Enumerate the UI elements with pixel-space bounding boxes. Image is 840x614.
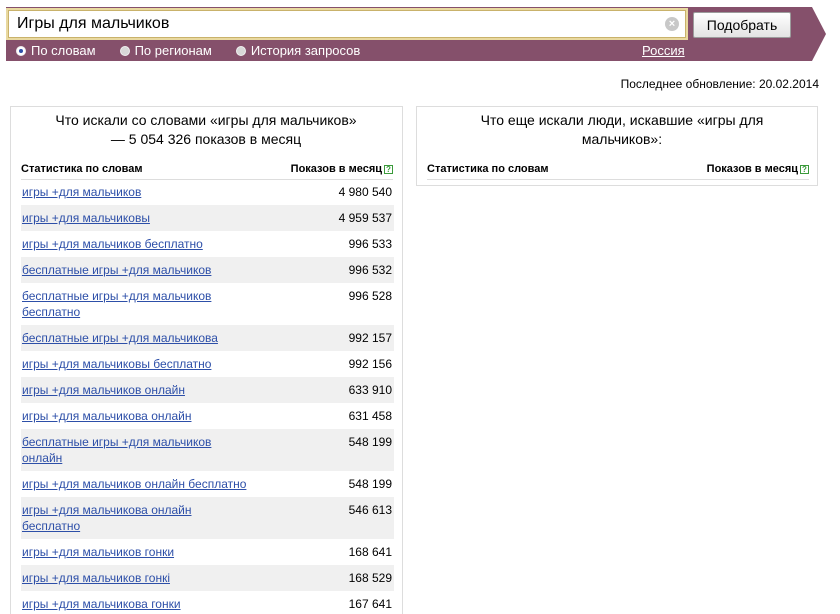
table-row: игры +для мальчикова гонки 167 641	[21, 591, 394, 614]
impression-count: 996 533	[348, 237, 392, 251]
table-row: бесплатные игры +для мальчикова 992 157	[21, 325, 394, 351]
related-words-panel: Что искали со словами «игры для мальчико…	[10, 106, 403, 614]
table-row: игры +для мальчиков гонкі 168 529	[21, 565, 394, 591]
impression-count: 168 641	[348, 545, 392, 559]
mode-label: История запросов	[250, 43, 361, 58]
impression-count: 996 532	[348, 263, 392, 277]
help-icon[interactable]: ?	[384, 165, 393, 174]
impression-count: 996 528	[348, 289, 392, 303]
panel-title: Что искали со словами «игры для мальчико…	[55, 112, 357, 147]
also-searched-panel: Что еще искали люди, искавшие «игры для …	[416, 106, 818, 186]
col-header-words: Статистика по словам	[21, 163, 143, 175]
help-icon[interactable]: ?	[800, 165, 809, 174]
search-box[interactable]: ×	[8, 10, 686, 38]
mode-by-regions[interactable]: По регионам	[119, 43, 212, 58]
table-row: игры +для мальчиков 4 980 540	[21, 179, 394, 205]
impression-count: 992 156	[348, 357, 392, 371]
keyword-link[interactable]: игры +для мальчикова гонки	[22, 596, 252, 612]
column-headers: Статистика по словам Показов в месяц?	[21, 163, 393, 180]
last-update: Последнее обновление: 20.02.2014	[620, 77, 819, 91]
impression-count: 546 613	[348, 503, 392, 517]
table-row: игры +для мальчиков онлайн бесплатно 548 …	[21, 471, 394, 497]
radio-checked-icon[interactable]	[16, 45, 26, 56]
search-input[interactable]	[9, 11, 685, 37]
search-bar-arrow	[812, 7, 826, 61]
col-header-count: Показов в месяц?	[707, 163, 809, 175]
impression-count: 633 910	[348, 383, 392, 397]
table-row: игры +для мальчиковы бесплатно 992 156	[21, 351, 394, 377]
mode-label: По словам	[31, 43, 96, 58]
keyword-link[interactable]: игры +для мальчиков гонкі	[22, 570, 252, 586]
keyword-link[interactable]: игры +для мальчиковы	[22, 210, 252, 226]
col-header-words: Статистика по словам	[427, 163, 549, 175]
keyword-link[interactable]: игры +для мальчикова онлайн бесплатно	[22, 502, 252, 534]
submit-button[interactable]: Подобрать	[693, 12, 791, 38]
keyword-link[interactable]: игры +для мальчиков гонки	[22, 544, 252, 560]
impression-count: 631 458	[348, 409, 392, 423]
region-link[interactable]: Россия	[642, 43, 685, 58]
impression-count: 992 157	[348, 331, 392, 345]
mode-query-history[interactable]: История запросов	[235, 43, 361, 58]
keyword-link[interactable]: игры +для мальчиков онлайн бесплатно	[22, 476, 252, 492]
table-row: бесплатные игры +для мальчиков бесплатно…	[21, 283, 394, 325]
keyword-link[interactable]: бесплатные игры +для мальчикова	[22, 330, 252, 346]
table-row: бесплатные игры +для мальчиков 996 532	[21, 257, 394, 283]
impression-count: 167 641	[348, 597, 392, 611]
mode-by-words[interactable]: По словам	[16, 43, 96, 58]
keyword-link[interactable]: игры +для мальчиков	[22, 184, 252, 200]
table-row: бесплатные игры +для мальчиков онлайн 548…	[21, 429, 394, 471]
keyword-link[interactable]: бесплатные игры +для мальчиков онлайн	[22, 434, 252, 466]
keyword-link[interactable]: бесплатные игры +для мальчиков	[22, 262, 252, 278]
keyword-link[interactable]: бесплатные игры +для мальчиков бесплатно	[22, 288, 252, 320]
table-row: игры +для мальчикова онлайн бесплатно 546…	[21, 497, 394, 539]
impression-count: 4 980 540	[338, 185, 392, 199]
mode-label: По регионам	[134, 43, 212, 58]
search-mode-group: По словам По регионам История запросов	[16, 43, 384, 58]
keyword-link[interactable]: игры +для мальчиков бесплатно	[22, 236, 252, 252]
table-row: игры +для мальчиков онлайн 633 910	[21, 377, 394, 403]
impression-count: 548 199	[348, 477, 392, 491]
keyword-link[interactable]: игры +для мальчиков онлайн	[22, 382, 252, 398]
column-headers: Статистика по словам Показов в месяц?	[427, 163, 809, 180]
impression-count: 4 959 537	[338, 211, 392, 225]
panel-title: Что еще искали люди, искавшие «игры для …	[480, 112, 764, 147]
radio-icon[interactable]	[235, 45, 246, 56]
clear-icon[interactable]: ×	[665, 17, 679, 31]
col-header-count: Показов в месяц?	[291, 163, 393, 175]
table-row: игры +для мальчиков бесплатно 996 533	[21, 231, 394, 257]
impression-count: 548 199	[348, 435, 392, 449]
table-row: игры +для мальчикова онлайн 631 458	[21, 403, 394, 429]
keyword-list: игры +для мальчиков 4 980 540 игры +для ма…	[21, 179, 394, 614]
impression-count: 168 529	[348, 571, 392, 585]
keyword-link[interactable]: игры +для мальчиковы бесплатно	[22, 356, 252, 372]
table-row: игры +для мальчиковы 4 959 537	[21, 205, 394, 231]
radio-icon[interactable]	[119, 45, 130, 56]
keyword-link[interactable]: игры +для мальчикова онлайн	[22, 408, 252, 424]
table-row: игры +для мальчиков гонки 168 641	[21, 539, 394, 565]
